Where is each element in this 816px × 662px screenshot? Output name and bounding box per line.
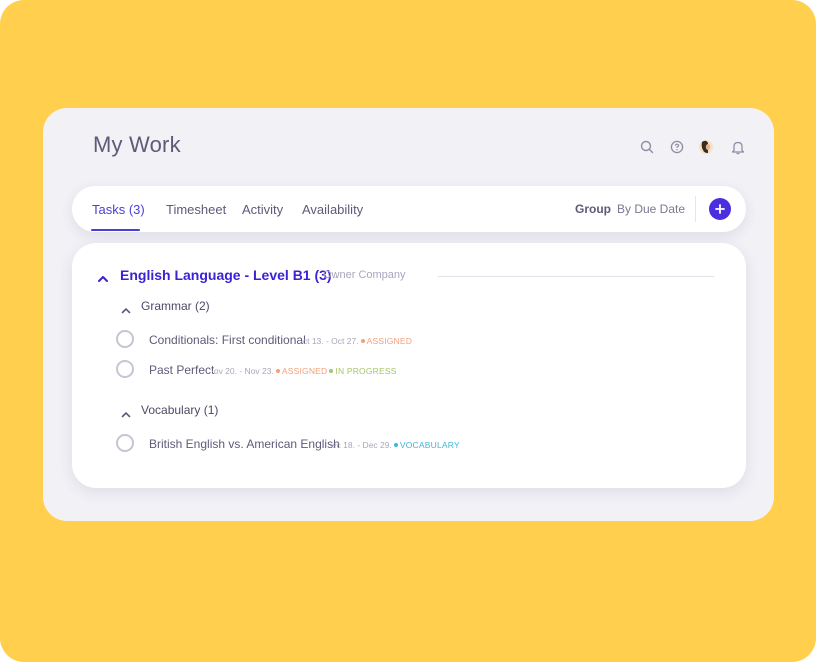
task-name[interactable]: Past Perfect xyxy=(149,363,214,377)
status-dot xyxy=(275,369,280,373)
divider-line xyxy=(438,276,714,277)
status-dot xyxy=(393,443,398,447)
task-meta: ·ov 20. - Nov 23. ASSIGNED IN PROGRESS xyxy=(211,366,397,376)
divider xyxy=(695,196,696,222)
page-title: My Work xyxy=(93,132,181,157)
bell-icon[interactable] xyxy=(730,139,746,155)
task-dates: ·ec 18. - Dec 29. xyxy=(329,440,392,450)
group-label: Group xyxy=(575,202,611,216)
tab-tasks[interactable]: Tasks (3) xyxy=(92,202,145,217)
project-name: English Language - Level B1 (3) xyxy=(120,267,332,283)
status-badge: ASSIGNED xyxy=(366,336,413,346)
help-icon[interactable] xyxy=(669,139,685,155)
project-card: English Language - Level B1 (3) · Owner … xyxy=(72,243,746,488)
task-name[interactable]: British English vs. American English xyxy=(149,437,340,451)
status-dot xyxy=(360,339,365,343)
tab-availability[interactable]: Availability xyxy=(302,202,363,217)
add-task-button[interactable] xyxy=(709,198,731,220)
group-by-selector[interactable]: By Due Date xyxy=(617,202,685,216)
status-badge: ASSIGNED xyxy=(281,366,328,376)
project-owner: Owner Company xyxy=(323,269,406,281)
avatar[interactable] xyxy=(698,139,714,155)
search-icon[interactable] xyxy=(639,139,655,155)
project-title[interactable]: English Language - Level B1 (3) · xyxy=(120,267,338,283)
tab-activity[interactable]: Activity xyxy=(242,202,283,217)
chevron-up-icon[interactable] xyxy=(121,301,131,319)
task-dates: ·ov 20. - Nov 23. xyxy=(211,366,274,376)
task-dates: ·ct 13. - Oct 27. xyxy=(300,336,359,346)
tab-timesheet[interactable]: Timesheet xyxy=(166,202,226,217)
active-tab-indicator xyxy=(91,229,140,231)
group-title-vocabulary[interactable]: Vocabulary (1) xyxy=(141,403,218,417)
task-name[interactable]: Conditionals: First conditional xyxy=(149,333,306,347)
plus-icon xyxy=(715,204,725,214)
group-title-grammar[interactable]: Grammar (2) xyxy=(141,299,210,313)
task-checkbox[interactable] xyxy=(116,330,134,348)
status-dot xyxy=(329,369,334,373)
status-badge: IN PROGRESS xyxy=(335,366,397,376)
task-meta: ·ct 13. - Oct 27. ASSIGNED xyxy=(300,336,412,346)
chevron-up-icon[interactable] xyxy=(121,405,131,423)
tab-bar: Tasks (3) Timesheet Activity Availabilit… xyxy=(72,186,746,232)
chevron-up-icon[interactable] xyxy=(98,269,108,287)
task-checkbox[interactable] xyxy=(116,360,134,378)
status-badge: VOCABULARY xyxy=(399,440,460,450)
task-checkbox[interactable] xyxy=(116,434,134,452)
task-meta: ·ec 18. - Dec 29. VOCABULARY xyxy=(329,440,460,450)
